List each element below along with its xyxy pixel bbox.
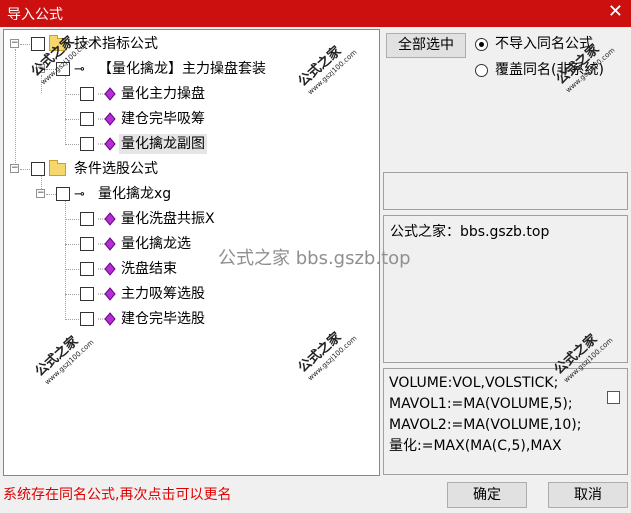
indicator-diamond-icon <box>98 287 116 301</box>
expand-toggle-icon[interactable]: − <box>36 189 45 198</box>
radio-skip-label[interactable]: 不导入同名公式 <box>495 34 593 54</box>
item-checkbox[interactable] <box>80 112 94 126</box>
center-watermark: 公式之家 bbs.gszb.top <box>218 248 411 269</box>
formula-checkbox[interactable] <box>56 187 70 201</box>
indicator-diamond-icon <box>98 112 116 126</box>
tree-item[interactable]: 建仓完毕吸筹 <box>121 109 205 129</box>
key-icon: ⊸ <box>74 187 85 202</box>
code-line: MAVOL2:=MA(VOLUME,10); <box>389 417 582 433</box>
expand-toggle-icon[interactable]: − <box>10 39 19 48</box>
tree-formula-xg[interactable]: 量化擒龙xg <box>98 184 171 204</box>
tree-item[interactable]: 主力吸筹选股 <box>121 284 205 304</box>
radio-overwrite[interactable] <box>475 64 488 77</box>
tree-item[interactable]: 洗盘结束 <box>121 259 177 279</box>
group-checkbox[interactable] <box>31 37 45 51</box>
tree-item[interactable]: 量化洗盘共振X <box>121 209 215 229</box>
item-checkbox[interactable] <box>80 287 94 301</box>
cancel-button[interactable]: 取消 <box>548 482 628 508</box>
code-checkbox[interactable] <box>607 391 620 404</box>
item-checkbox[interactable] <box>80 262 94 276</box>
expand-toggle-icon[interactable]: − <box>10 164 19 173</box>
ok-button[interactable]: 确定 <box>447 482 527 508</box>
item-checkbox[interactable] <box>80 212 94 226</box>
status-message: 系统存在同名公式,再次点击可以更名 <box>3 487 232 503</box>
indicator-diamond-icon <box>98 312 116 326</box>
indicator-diamond-icon <box>98 237 116 251</box>
indicator-diamond-icon <box>98 87 116 101</box>
rename-field[interactable] <box>383 172 628 210</box>
tree-item-selected[interactable]: 量化擒龙副图 <box>119 134 207 154</box>
window-title: 导入公式 <box>7 7 63 23</box>
title-bar: 导入公式 ✕ <box>0 0 631 27</box>
indicator-diamond-icon <box>98 262 116 276</box>
select-all-button[interactable]: 全部选中 <box>386 33 466 58</box>
code-line: 量化:=MAX(MA(C,5),MAX <box>389 438 562 454</box>
radio-skip-duplicates[interactable] <box>475 38 488 51</box>
item-checkbox[interactable] <box>80 237 94 251</box>
code-line: VOLUME:VOL,VOLSTICK; <box>389 375 559 391</box>
code-line: MAVOL1:=MA(VOLUME,5); <box>389 396 573 412</box>
item-checkbox[interactable] <box>80 137 94 151</box>
site-text: 公式之家：bbs.gszb.top <box>390 224 550 240</box>
tree-group-screening[interactable]: 条件选股公式 <box>74 159 158 179</box>
close-icon[interactable]: ✕ <box>608 2 623 22</box>
indicator-diamond-icon <box>98 212 116 226</box>
tree-item[interactable]: 量化擒龙选 <box>121 234 191 254</box>
item-checkbox[interactable] <box>80 87 94 101</box>
tree-item[interactable]: 量化主力操盘 <box>121 84 205 104</box>
group-checkbox[interactable] <box>31 162 45 176</box>
tree-formula-suite[interactable]: 【量化擒龙】主力操盘套装 <box>98 59 266 79</box>
tree-item[interactable]: 建仓完毕选股 <box>121 309 205 329</box>
indicator-diamond-icon <box>98 137 116 151</box>
folder-icon <box>49 160 66 176</box>
